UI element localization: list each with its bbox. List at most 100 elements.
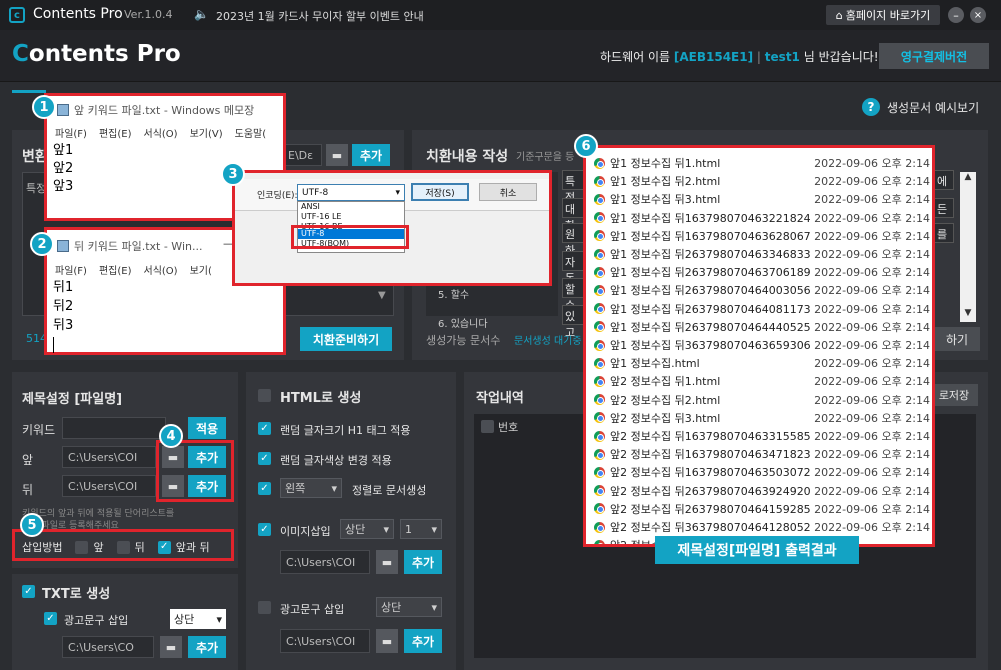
select-all-checkbox[interactable]	[481, 420, 494, 433]
front-checkbox[interactable]	[75, 540, 89, 554]
menu-edit[interactable]: 편집(E)	[99, 125, 132, 140]
file-row[interactable]: 앞2 정보수집 뒤263798070464159285... 2022-09-06…	[594, 500, 930, 518]
image-position-select[interactable]: 상단 ▾	[340, 519, 394, 539]
front-add-button[interactable]: 추가	[188, 446, 226, 468]
html-ad-path-field[interactable]: C:\Users\COI	[280, 629, 370, 653]
menu-format[interactable]: 서식(O)	[144, 125, 178, 140]
file-row[interactable]: 앞2 정보수집 뒤3.html 2022-09-06 오후 2:14	[594, 409, 930, 427]
file-date: 2022-09-06 오후 2:14	[814, 193, 930, 207]
file-row[interactable]: 앞1 정보수집 뒤163798070463628067... 2022-09-06…	[594, 227, 930, 245]
chevron-down-icon: ▾	[395, 187, 400, 198]
file-row[interactable]: 앞2 정보수집 뒤2.html 2022-09-06 오후 2:14	[594, 391, 930, 409]
h1-checkbox[interactable]: ✓	[258, 422, 271, 435]
align-select[interactable]: 왼쪽 ▾	[280, 478, 342, 498]
notepad-content[interactable]: 뒤1 뒤2 뒤3	[53, 278, 73, 353]
right-item[interactable]: 든	[934, 198, 954, 218]
notepad-title: 뒤 키워드 파일.txt - Win...	[74, 240, 203, 253]
image-path-field[interactable]: C:\Users\COI	[280, 550, 370, 574]
notepad-content[interactable]: 앞1 앞2 앞3	[53, 142, 73, 196]
txt-path-field[interactable]: C:\Users\CO	[62, 636, 154, 658]
option-ansi[interactable]: ANSI	[298, 202, 404, 212]
menu-view[interactable]: 보기(V)	[190, 125, 223, 140]
back-path-field[interactable]: C:\Users\COI	[62, 475, 156, 497]
menu-file[interactable]: 파일(F)	[55, 262, 87, 277]
html-ad-folder-icon[interactable]: ▬	[376, 629, 398, 653]
file-row[interactable]: 앞1 정보수집 뒤3.html 2022-09-06 오후 2:14	[594, 190, 930, 208]
back-checkbox[interactable]	[116, 540, 130, 554]
menu-format[interactable]: 서식(O)	[144, 262, 178, 277]
save-button[interactable]: 저장(S)	[411, 183, 469, 201]
image-count-select[interactable]: 1 ▾	[400, 519, 442, 539]
file-row[interactable]: 앞2 정보수집 뒤163798070463315585... 2022-09-06…	[594, 427, 930, 445]
scrollbar[interactable]: ▼	[378, 290, 390, 314]
menu-view[interactable]: 보기(	[190, 262, 212, 277]
file-row[interactable]: 앞2 정보수집 뒤163798070463471823... 2022-09-06…	[594, 445, 930, 463]
file-row[interactable]: 앞2 정보수집 뒤1.html 2022-09-06 오후 2:14	[594, 372, 930, 390]
homepage-button[interactable]: ⌂ 홈페이지 바로가기	[826, 5, 940, 25]
file-row[interactable]: 앞1 정보수집 뒤2.html 2022-09-06 오후 2:14	[594, 172, 930, 190]
file-row[interactable]: 앞1 정보수집 뒤263798070463706189... 2022-09-06…	[594, 263, 930, 281]
right-item[interactable]: 를	[934, 223, 954, 243]
file-row[interactable]: 앞1 정보수집 뒤363798070463659306... 2022-09-06…	[594, 336, 930, 354]
file-row[interactable]: 앞2 정보수집 뒤163798070463503072... 2022-09-06…	[594, 463, 930, 481]
prep-replace-button[interactable]: 치환준비하기	[300, 327, 392, 351]
back-add-button[interactable]: 추가	[188, 475, 226, 497]
both-checkbox[interactable]: ✓	[157, 540, 171, 554]
html-ad-add-button[interactable]: 추가	[404, 629, 442, 653]
txt-checkbox[interactable]: ✓	[22, 585, 35, 598]
file-row[interactable]: 앞1 정보수집 뒤263798070464440525... 2022-09-06…	[594, 318, 930, 336]
image-folder-icon[interactable]: ▬	[376, 550, 398, 574]
file-name: 앞1 정보수집 뒤1.html	[610, 157, 721, 170]
color-checkbox[interactable]: ✓	[258, 452, 271, 465]
option-utf16le[interactable]: UTF-16 LE	[298, 212, 404, 222]
notice-link[interactable]: 2023년 1월 카드사 무이자 할부 이벤트 안내	[216, 8, 424, 24]
menu-help[interactable]: 도움말(	[235, 125, 267, 140]
minimize-button[interactable]: –	[948, 7, 964, 23]
folder-icon[interactable]: ▬	[326, 144, 348, 166]
txt-add-button[interactable]: 추가	[188, 636, 226, 658]
image-checkbox[interactable]: ✓	[258, 523, 271, 536]
right-item[interactable]: 에	[934, 170, 954, 190]
close-button[interactable]: ×	[970, 7, 986, 23]
txt-folder-icon[interactable]: ▬	[160, 636, 182, 658]
file-row[interactable]: 앞1 정보수집 뒤263798070463346833... 2022-09-06…	[594, 245, 930, 263]
apply-keyword-button[interactable]: 적용	[188, 417, 226, 439]
html-ad-position-select[interactable]: 상단 ▾	[376, 597, 442, 617]
keyword-path-field[interactable]: E\Dε	[282, 144, 322, 166]
keyword-add-button[interactable]: 추가	[352, 144, 390, 166]
front-folder-icon[interactable]: ▬	[162, 446, 184, 468]
txt-ad-checkbox[interactable]: ✓	[44, 612, 57, 625]
html-checkbox[interactable]	[258, 389, 271, 402]
keyword-input[interactable]	[62, 417, 166, 439]
html-ad-checkbox[interactable]	[258, 601, 271, 614]
front-path-field[interactable]: C:\Users\COI	[62, 446, 156, 468]
file-row[interactable]: 앞1 정보수집 뒤163798070463221824... 2022-09-06…	[594, 209, 930, 227]
file-name: 앞2 정보수집 뒤163798070463503072...	[610, 466, 811, 480]
menu-edit[interactable]: 편집(E)	[99, 262, 132, 277]
file-row[interactable]: 앞1 정보수집 뒤263798070464081173... 2022-09-06…	[594, 300, 930, 318]
file-row[interactable]: 앞2 정보수집 뒤263798070463924920... 2022-09-06…	[594, 482, 930, 500]
image-add-button[interactable]: 추가	[404, 550, 442, 574]
align-checkbox[interactable]: ✓	[258, 482, 271, 495]
txt-ad-position-select[interactable]: 상단 ▾	[170, 609, 226, 629]
chrome-icon	[594, 357, 605, 369]
file-row[interactable]: 앞1 정보수집.html 2022-09-06 오후 2:14	[594, 354, 930, 372]
save-log-button[interactable]: 로저장	[930, 384, 978, 406]
right-scrollbar[interactable]: ▲ ▼	[960, 172, 976, 322]
encoding-select[interactable]: UTF-8 ▾	[297, 184, 405, 201]
back-folder-icon[interactable]: ▬	[162, 475, 184, 497]
file-name: 앞1 정보수집 뒤163798070463221824...	[610, 211, 811, 225]
example-help-link[interactable]: ? 생성문서 예시보기	[862, 98, 979, 116]
badge-3: 3	[221, 162, 245, 186]
file-row[interactable]: 앞1 정보수집 뒤1.html 2022-09-06 오후 2:14	[594, 154, 930, 172]
front-option-label: 앞	[93, 541, 104, 554]
cancel-button[interactable]: 취소	[479, 183, 537, 201]
text-line: 뒤1	[53, 280, 74, 295]
file-row[interactable]: 앞1 정보수집 뒤263798070464003056... 2022-09-06…	[594, 281, 930, 299]
menu-file[interactable]: 파일(F)	[55, 125, 87, 140]
license-button[interactable]: 영구결제버전	[879, 43, 989, 69]
user-id: test1	[764, 50, 800, 64]
chrome-icon	[594, 394, 605, 406]
file-row[interactable]: 앞2 정보수집 뒤363798070464128052... 2022-09-06…	[594, 518, 930, 536]
apply-button[interactable]: 하기	[934, 327, 980, 351]
